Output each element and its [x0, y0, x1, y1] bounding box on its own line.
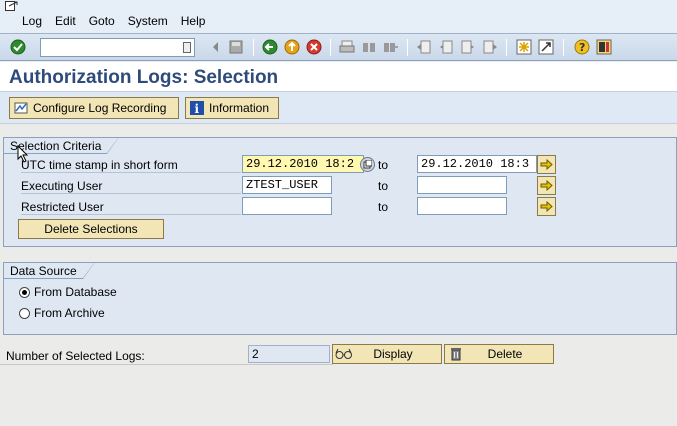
configure-log-recording-button[interactable]: Configure Log Recording	[9, 97, 179, 119]
svg-text:i: i	[195, 102, 200, 116]
restricted-user-multiple-selection-button[interactable]	[537, 197, 556, 216]
information-button[interactable]: i Information	[185, 97, 279, 119]
from-database-label: From Database	[34, 285, 117, 299]
save-icon[interactable]	[228, 39, 244, 55]
print-icon[interactable]	[339, 39, 355, 55]
menu-log[interactable]: Log	[22, 14, 42, 28]
selection-criteria-group: Selection Criteria UTC time stamp in sho…	[3, 137, 677, 247]
find-next-icon[interactable]	[383, 39, 399, 55]
enter-icon[interactable]	[10, 39, 26, 55]
title-bar: Authorization Logs: Selection	[0, 62, 677, 92]
configure-log-recording-label: Configure Log Recording	[33, 101, 167, 115]
value-help-icon[interactable]	[360, 157, 375, 172]
mouse-cursor-icon	[17, 144, 29, 163]
utc-to-input[interactable]: 29.12.2010 18:3	[417, 155, 537, 173]
display-label: Display	[373, 347, 413, 361]
delete-selections-button[interactable]: Delete Selections	[18, 219, 164, 239]
command-field[interactable]	[40, 38, 195, 57]
left-arrow-icon[interactable]	[207, 39, 223, 55]
new-session-icon[interactable]	[516, 39, 532, 55]
main-content: Selection Criteria UTC time stamp in sho…	[0, 125, 677, 426]
trash-icon	[445, 347, 467, 361]
cancel-icon[interactable]	[306, 39, 322, 55]
utc-from-input[interactable]: 29.12.2010 18:2	[242, 155, 364, 173]
display-glasses-icon	[333, 348, 355, 360]
information-label: Information	[209, 101, 270, 115]
data-source-group: Data Source From Database From Archive	[3, 262, 677, 335]
layout-icon[interactable]	[596, 39, 612, 55]
utc-timestamp-label: UTC time stamp in short form	[21, 158, 241, 173]
menu-edit[interactable]: Edit	[55, 14, 76, 28]
executing-user-to-label: to	[378, 179, 389, 193]
menu-bar: Log Edit Goto System Help	[0, 0, 677, 33]
display-button[interactable]: Display	[332, 344, 442, 364]
executing-user-multiple-selection-button[interactable]	[537, 176, 556, 195]
menu-goto[interactable]: Goto	[89, 14, 115, 28]
find-icon[interactable]	[361, 39, 377, 55]
data-source-title-text: Data Source	[10, 264, 77, 278]
exit-icon[interactable]	[284, 39, 300, 55]
restricted-user-to-label: to	[378, 200, 389, 214]
page-title: Authorization Logs: Selection	[9, 67, 279, 88]
next-page-icon[interactable]	[460, 39, 476, 55]
command-field-history-icon[interactable]	[183, 42, 191, 53]
shortcut-icon[interactable]	[538, 39, 554, 55]
configure-icon	[13, 100, 29, 116]
from-archive-radio[interactable]: From Archive	[19, 306, 105, 320]
restricted-user-from-input[interactable]	[242, 197, 332, 215]
arrow-right-icon	[540, 159, 553, 170]
radio-selected-icon	[19, 286, 30, 298]
from-database-radio[interactable]: From Database	[19, 285, 117, 299]
standard-toolbar: ?	[0, 33, 677, 61]
radio-unselected-icon	[19, 307, 30, 319]
selected-logs-count-label: Number of Selected Logs:	[6, 349, 145, 363]
menu-help[interactable]: Help	[181, 14, 206, 28]
delete-button[interactable]: Delete	[444, 344, 554, 364]
utc-to-label: to	[378, 158, 389, 172]
data-source-title: Data Source	[3, 262, 95, 279]
delete-label: Delete	[487, 347, 523, 361]
last-page-icon[interactable]	[482, 39, 498, 55]
executing-user-from-input[interactable]: ZTEST_USER	[242, 176, 332, 194]
menu-system[interactable]: System	[128, 14, 168, 28]
utc-multiple-selection-button[interactable]	[537, 155, 556, 174]
restricted-user-to-input[interactable]	[417, 197, 507, 215]
back-icon[interactable]	[262, 39, 278, 55]
executing-user-to-input[interactable]	[417, 176, 507, 194]
first-page-icon[interactable]	[416, 39, 432, 55]
executing-user-label: Executing User	[21, 179, 241, 194]
arrow-right-icon	[540, 201, 553, 212]
from-archive-label: From Archive	[34, 306, 105, 320]
selected-logs-count-value: 2	[248, 345, 330, 363]
system-menu-icon[interactable]	[5, 1, 19, 12]
help-icon[interactable]: ?	[574, 39, 590, 55]
application-toolbar: Configure Log Recording i Information	[0, 92, 677, 124]
svg-text:?: ?	[579, 41, 585, 54]
information-icon: i	[189, 100, 205, 116]
arrow-right-icon	[540, 180, 553, 191]
restricted-user-label: Restricted User	[21, 200, 241, 215]
prev-page-icon[interactable]	[438, 39, 454, 55]
